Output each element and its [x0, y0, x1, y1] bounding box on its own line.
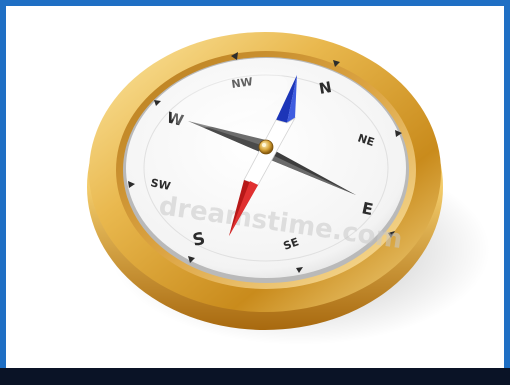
compass-illustration: N NE E SE S SW W NW dreamstime.com	[87, 32, 490, 345]
center-pin-highlight	[262, 143, 266, 147]
center-pin	[258, 139, 274, 155]
